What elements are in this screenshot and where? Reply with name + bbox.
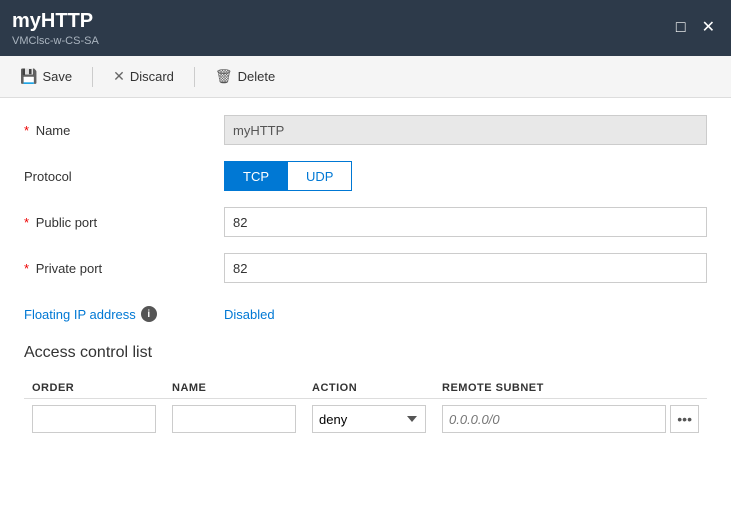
protocol-group: TCP UDP <box>224 161 352 191</box>
private-port-row: * Private port <box>24 252 707 284</box>
toolbar-divider-2 <box>194 67 195 87</box>
acl-col-order: ORDER <box>24 378 164 399</box>
acl-table-body: deny allow ••• <box>24 399 707 440</box>
acl-col-remote-subnet: REMOTE SUBNET <box>434 378 707 399</box>
public-port-required-star: * <box>24 215 29 230</box>
title-bar-controls: □ ✕ <box>672 18 719 38</box>
acl-table-header: ORDER NAME ACTION REMOTE SUBNET <box>24 378 707 399</box>
table-row: deny allow ••• <box>24 399 707 440</box>
acl-col-name: NAME <box>164 378 304 399</box>
private-port-required-star: * <box>24 261 29 276</box>
title-bar-left: myHTTP VMClsc-w-CS-SA <box>12 10 99 47</box>
acl-action-cell: deny allow <box>304 399 434 440</box>
acl-header-row: ORDER NAME ACTION REMOTE SUBNET <box>24 378 707 399</box>
floating-ip-label-text: Floating IP address <box>24 307 136 322</box>
app-title: myHTTP <box>12 10 99 33</box>
app-subtitle: VMClsc-w-CS-SA <box>12 35 99 47</box>
acl-remote-wrap: ••• <box>442 405 699 433</box>
private-port-input[interactable] <box>224 253 707 283</box>
close-button[interactable]: ✕ <box>698 18 719 38</box>
acl-order-input[interactable] <box>32 405 156 433</box>
acl-col-action: ACTION <box>304 378 434 399</box>
public-port-row: * Public port <box>24 206 707 238</box>
app-title-prefix: my <box>12 10 41 32</box>
name-required-star: * <box>24 123 29 138</box>
floating-ip-info-icon[interactable]: i <box>141 306 157 322</box>
acl-name-cell <box>164 399 304 440</box>
private-port-label-text: Private port <box>36 261 102 276</box>
name-input[interactable] <box>224 115 707 145</box>
name-label: * Name <box>24 123 224 138</box>
acl-name-input[interactable] <box>172 405 296 433</box>
floating-ip-row: Floating IP address i Disabled <box>24 298 707 330</box>
minimize-button[interactable]: □ <box>672 18 690 38</box>
discard-button[interactable]: ✕ Discard <box>109 66 178 87</box>
acl-more-button[interactable]: ••• <box>670 405 699 433</box>
name-label-text: Name <box>36 123 71 138</box>
discard-icon: ✕ <box>113 68 125 85</box>
floating-ip-label: Floating IP address i <box>24 306 224 322</box>
acl-order-cell <box>24 399 164 440</box>
save-button[interactable]: 💾 Save <box>16 66 76 87</box>
toolbar: 💾 Save ✕ Discard 🗑 Delete <box>0 56 731 98</box>
public-port-label-text: Public port <box>36 215 97 230</box>
protocol-label: Protocol <box>24 169 224 184</box>
protocol-row: Protocol TCP UDP <box>24 160 707 192</box>
delete-icon: 🗑 <box>215 68 233 85</box>
title-bar: myHTTP VMClsc-w-CS-SA □ ✕ <box>0 0 731 56</box>
delete-label: Delete <box>238 69 276 84</box>
floating-ip-value: Disabled <box>224 307 275 322</box>
save-label: Save <box>42 69 72 84</box>
name-row: * Name <box>24 114 707 146</box>
acl-table: ORDER NAME ACTION REMOTE SUBNET deny all… <box>24 378 707 439</box>
toolbar-divider-1 <box>92 67 93 87</box>
tcp-button[interactable]: TCP <box>224 161 287 191</box>
public-port-input[interactable] <box>224 207 707 237</box>
acl-remote-subnet-input[interactable] <box>442 405 666 433</box>
acl-remote-subnet-cell: ••• <box>434 399 707 440</box>
discard-label: Discard <box>130 69 174 84</box>
private-port-label: * Private port <box>24 261 224 276</box>
acl-action-select[interactable]: deny allow <box>312 405 426 433</box>
delete-button[interactable]: 🗑 Delete <box>211 66 279 87</box>
public-port-label: * Public port <box>24 215 224 230</box>
app-title-bold: HTTP <box>41 10 93 32</box>
content-area: * Name Protocol TCP UDP * Public port * … <box>0 98 731 514</box>
acl-section-title: Access control list <box>24 344 707 362</box>
save-icon: 💾 <box>20 68 37 85</box>
udp-button[interactable]: UDP <box>287 161 352 191</box>
